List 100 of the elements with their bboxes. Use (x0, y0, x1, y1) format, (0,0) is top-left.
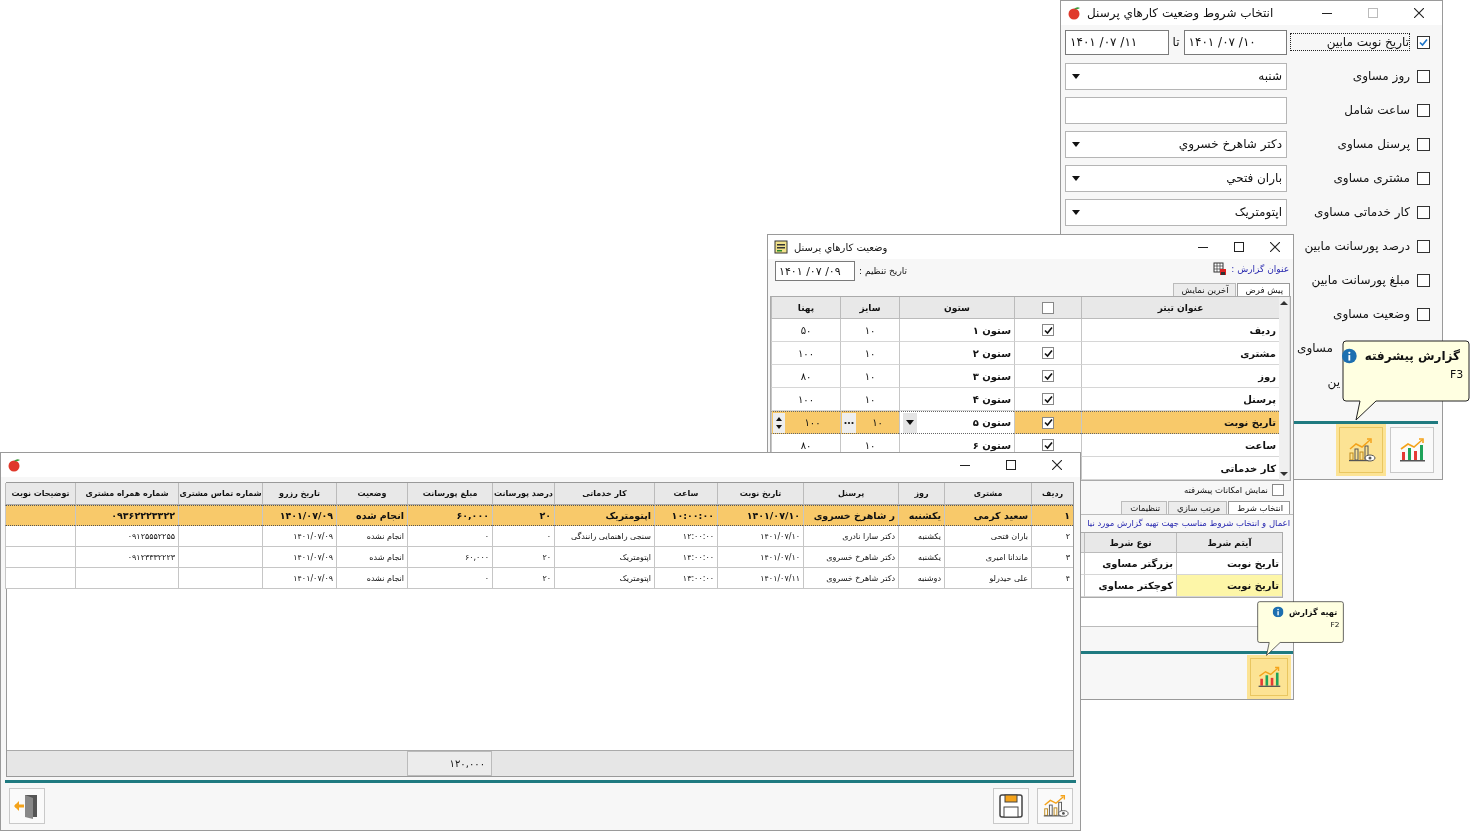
text-field[interactable] (1065, 96, 1287, 124)
checkbox[interactable] (1042, 439, 1054, 451)
checkbox[interactable] (1042, 393, 1054, 405)
table-row[interactable]: ۱ سعید کرمی یکشنبه ر شاهرخ خسروی ۱۴۰۱/۰۷/۱۰ ۱۰:۰۰:۰۰ اپتومتریک ۲۰ ۶۰,۰۰۰ انجام شده ۱۴۰۱/۰۷/۰۹ ۰۹۳۶۲۲۲۳۳۲۲ (7, 505, 1073, 526)
checkbox[interactable] (1417, 171, 1430, 185)
preview-button[interactable] (1339, 427, 1383, 473)
tab[interactable]: مرتب سازي (1168, 501, 1228, 514)
column-header[interactable]: پهنا (771, 297, 840, 319)
checkbox[interactable] (1417, 273, 1430, 287)
checkbox[interactable] (1417, 35, 1430, 49)
condition-label[interactable]: ساعت شامل (1290, 102, 1410, 118)
table-row[interactable]: ۳ ماندانا امیری یکشنبه دکتر شاهرخ خسروی ۱۴۰۱/۰۷/۱۰ ۱۴:۰۰:۰۰ اپتومتریک ۲۰ ۶۰,۰۰۰ انجام شده ۱۴۰۱/۰۷/۰۹ ۰۹۱۲۳۳۳۲۲۲۳ (7, 547, 1073, 568)
checkbox[interactable] (1417, 239, 1430, 253)
column-header[interactable]: وضعیت (336, 483, 407, 505)
preview-button[interactable] (1037, 788, 1073, 824)
caret-icon[interactable] (1072, 73, 1080, 79)
column-header[interactable]: عنوان تیتر (1081, 297, 1279, 319)
report-button[interactable] (1390, 427, 1434, 473)
column-header[interactable]: نوع شرط (1084, 533, 1176, 553)
column-header[interactable]: پرسنل (803, 483, 898, 505)
table-cell[interactable]: ردیف (1081, 319, 1279, 342)
checkbox[interactable] (1042, 301, 1054, 314)
close-icon[interactable] (1052, 460, 1062, 470)
condition-label[interactable]: مبلغ پورسانت مابین (1290, 272, 1410, 288)
checkbox[interactable] (1272, 484, 1284, 496)
column-header[interactable]: مبلغ پورسانت (407, 483, 492, 505)
checkbox[interactable] (1042, 370, 1054, 382)
column-header[interactable]: ستون (899, 297, 1014, 319)
scrollbar[interactable] (1279, 297, 1290, 480)
column-header[interactable]: تاریخ نوبت (717, 483, 803, 505)
column-header[interactable]: شماره تماس مشتری (178, 483, 262, 505)
dropdown-field[interactable]: شنبه (1065, 62, 1287, 90)
checkbox[interactable] (1417, 205, 1430, 219)
checkbox-label[interactable]: نمایش امکانات پیشرفته (1183, 485, 1268, 495)
tab[interactable]: انتخاب شرط (1228, 501, 1290, 514)
more-icon[interactable] (842, 412, 856, 433)
condition-label[interactable]: کار خدماتی مساوی (1290, 204, 1410, 220)
column-header[interactable]: ساعت (654, 483, 717, 505)
condition-label[interactable]: مشتری مساوی (1290, 170, 1410, 186)
checkbox[interactable] (1042, 416, 1054, 429)
column-header[interactable]: مشتری (944, 483, 1031, 505)
table-cell[interactable]: روز (1081, 365, 1279, 388)
column-header[interactable]: کار خدماتی (554, 483, 654, 505)
fruit-icon (1067, 6, 1081, 20)
exit-button[interactable] (9, 788, 45, 824)
column-header[interactable]: آیتم شرط (1176, 533, 1282, 553)
report-button[interactable] (1250, 658, 1288, 696)
maximize-icon[interactable] (1006, 460, 1016, 470)
checkbox[interactable] (1417, 137, 1430, 151)
table-cell: ۱۴۰۱/۰۷/۰۹ (262, 568, 336, 589)
column-header[interactable]: درصد پورسانت (492, 483, 554, 505)
date-field[interactable]: ۱۴۰۱ /۰۷ /۱۰ (1183, 29, 1287, 55)
checkbox[interactable] (1417, 307, 1430, 321)
condition-label[interactable]: روز مساوی (1290, 68, 1410, 84)
column-header[interactable]: توضیحات نوبت (5, 483, 75, 505)
table-cell[interactable]: کوچکتر مساوی (1084, 575, 1176, 597)
table-row[interactable]: ۴ علی حیدرلو دوشنبه دکتر شاهرخ خسروی ۱۴۰۱/۰۷/۱۱ ۱۳:۰۰:۰۰ اپتومتریک ۲۰ ۰ انجام نشده ۱۴۰۱/۰۷/۰۹ (7, 568, 1073, 589)
dropdown-field[interactable]: اپتومتریک (1065, 198, 1287, 226)
column-header[interactable]: ردیف (1031, 483, 1073, 505)
column-header[interactable]: روز (898, 483, 944, 505)
checkbox[interactable] (1417, 69, 1430, 83)
spinner-icon[interactable] (773, 412, 785, 433)
checkbox[interactable] (1417, 103, 1430, 117)
caret-icon[interactable] (906, 420, 914, 425)
caret-icon[interactable] (1072, 175, 1080, 181)
dropdown-field[interactable]: ستون ۵ (899, 411, 1014, 434)
table-cell[interactable]: تاریخ نوبت (1081, 411, 1279, 434)
column-header[interactable]: شماره همراه مشتری (75, 483, 178, 505)
table-cell[interactable]: کار خدماتی (1081, 457, 1279, 480)
condition-label[interactable]: پرسنل مساوی (1290, 136, 1410, 152)
date-field[interactable]: ۱۴۰۱ /۰۷ /۱۱ (1065, 29, 1169, 55)
tab[interactable]: پیش فرض (1236, 283, 1290, 296)
table-cell[interactable]: ساعت (1081, 434, 1279, 457)
dropdown-field[interactable]: دکتر شاهرخ خسروي (1065, 130, 1287, 158)
tab[interactable]: آخرین نمایش (1172, 283, 1236, 296)
tab[interactable]: تنظیمات (1121, 501, 1168, 514)
condition-label[interactable]: مساوی (1297, 341, 1333, 355)
column-header[interactable]: تاریخ رزرو (262, 483, 336, 505)
dropdown-field[interactable]: باران فتحي (1065, 164, 1287, 192)
table-cell: دکتر سارا نادری (803, 526, 898, 547)
column-header[interactable]: سایز (840, 297, 899, 319)
close-icon[interactable] (1414, 8, 1424, 18)
table-cell[interactable]: بزرگتر مساوی (1084, 553, 1176, 575)
caret-icon[interactable] (1072, 209, 1080, 215)
date-field[interactable]: ۱۴۰۱ /۰۷ /۰۹ (775, 261, 855, 281)
condition-label[interactable]: ین (1327, 375, 1340, 389)
caret-icon[interactable] (1072, 141, 1080, 147)
report-settings-icon[interactable] (1213, 262, 1228, 276)
checkbox[interactable] (1042, 324, 1054, 336)
close-icon[interactable] (1270, 242, 1280, 252)
table-row[interactable]: ۲ باران فتحی یکشنبه دکتر سارا نادری ۱۴۰۱/۰۷/۱۰ ۱۲:۰۰:۰۰ سنجی راهنمایی رانندگی ۰ ۰ انجام نشده ۱۴۰۱/۰۷/۰۹ ۰۹۱۲۵۵۵۲۲۵۵ (7, 526, 1073, 547)
table-cell[interactable]: مشتری (1081, 342, 1279, 365)
condition-label[interactable]: وضعیت مساوی (1290, 306, 1410, 322)
condition-label[interactable]: درصد پورسانت مابین (1290, 238, 1410, 254)
hint-text: اعمال و انتخاب شروط مناسب جهت تهیه گزارش مورد نیا (1087, 516, 1291, 530)
maximize-icon[interactable] (1234, 242, 1244, 252)
condition-label[interactable]: تاریخ نوبت مابین (1290, 33, 1410, 51)
save-button[interactable] (993, 788, 1029, 824)
table-cell[interactable]: تاریخ نوبت (1176, 575, 1282, 597)
checkbox[interactable] (1042, 347, 1054, 359)
